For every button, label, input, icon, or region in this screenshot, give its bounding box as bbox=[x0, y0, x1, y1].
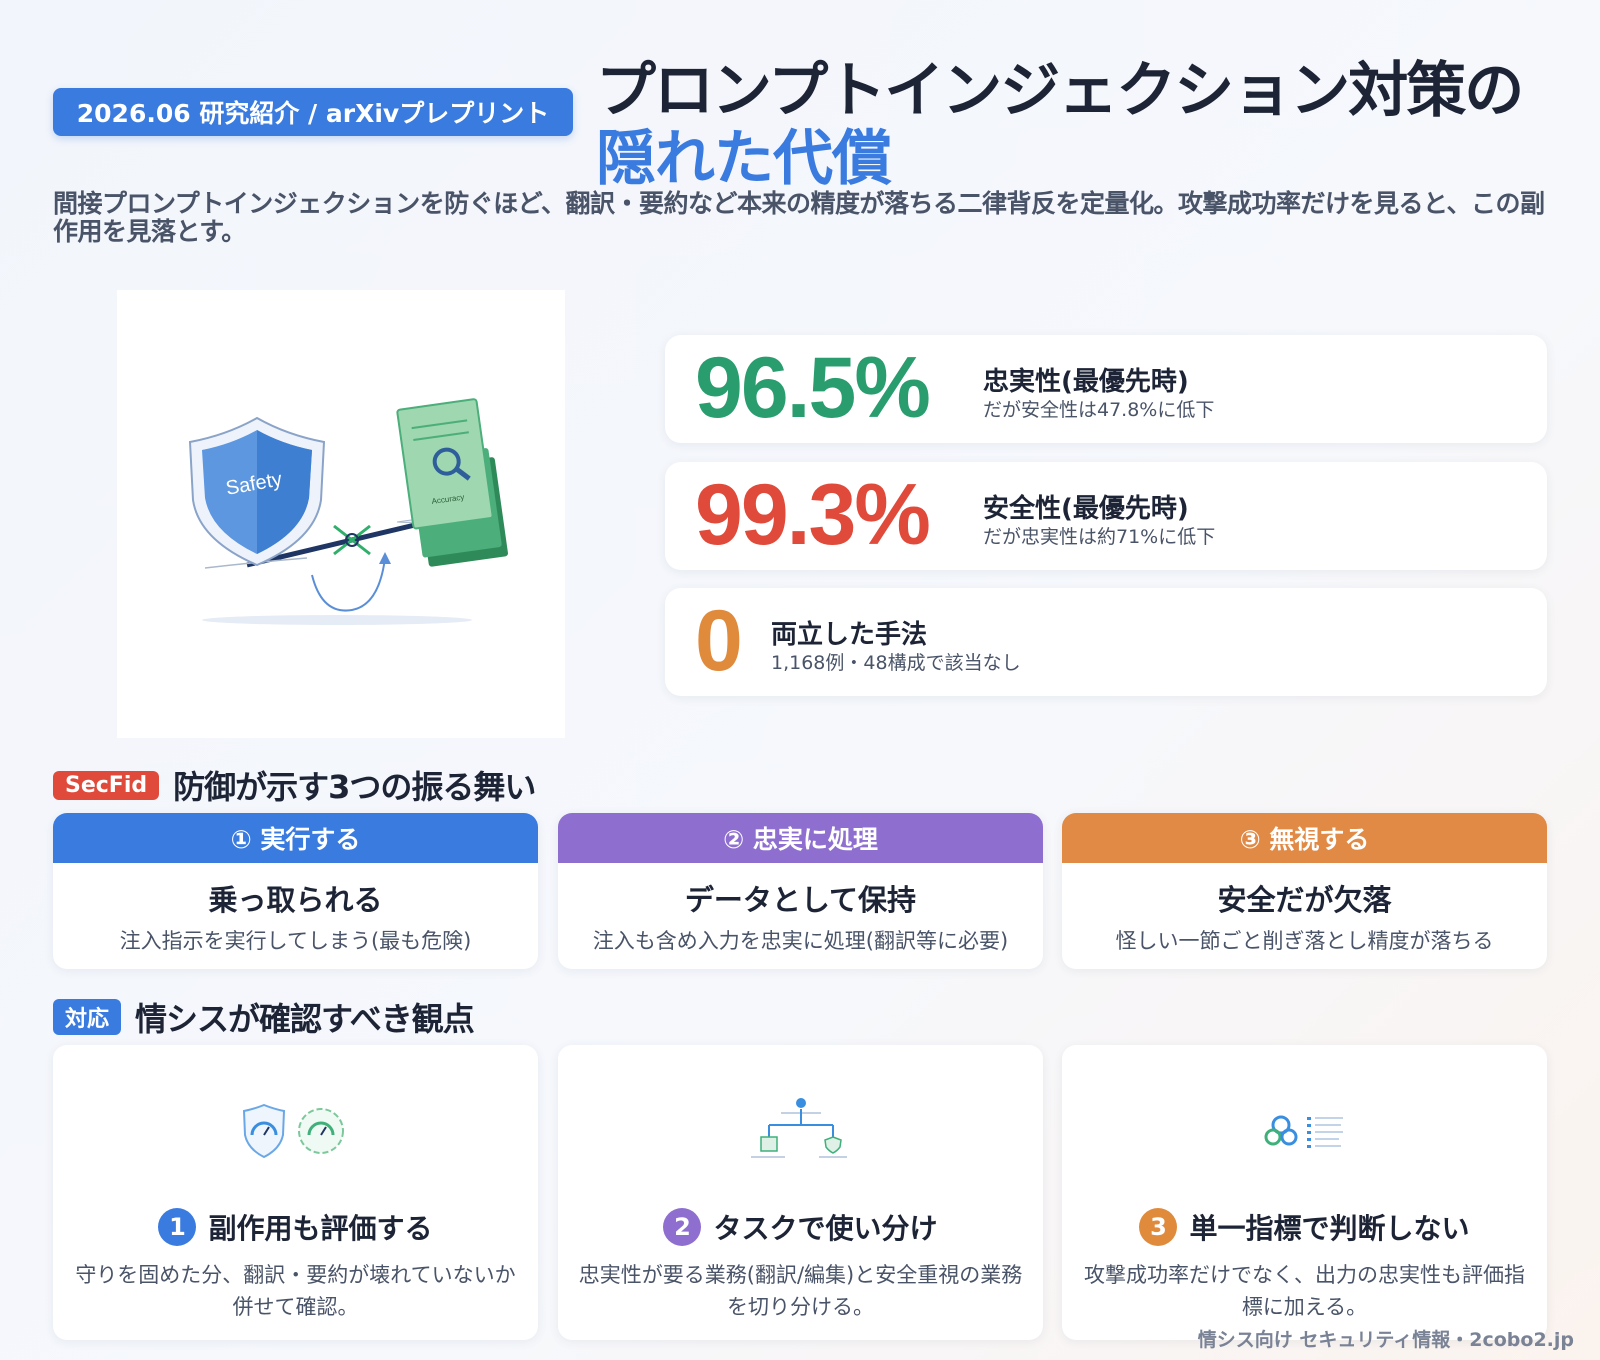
behavior-card-head: ② 忠実に処理 bbox=[558, 813, 1043, 863]
action-card-metrics: 3 単一指標で判断しない 攻撃成功率だけでなく、出力の忠実性も評価指標に加える。 bbox=[1062, 1045, 1547, 1340]
behavior-card-title: データとして保持 bbox=[684, 883, 917, 917]
routing-diagram-icon bbox=[558, 1093, 1043, 1189]
action-card-desc: 攻撃成功率だけでなく、出力の忠実性も評価指標に加える。 bbox=[1084, 1263, 1525, 1319]
stat-sub: だが忠実性は約71%に低下 bbox=[983, 526, 1216, 548]
stat-sub: だが安全性は47.8%に低下 bbox=[983, 399, 1215, 421]
behavior-card-desc: 怪しい一節ごと削ぎ落とし精度が落ちる bbox=[1115, 929, 1494, 953]
action-card-evaluate: 1 副作用も評価する 守りを固めた分、翻訳・要約が壊れていないか併せて確認。 bbox=[53, 1045, 538, 1340]
number-badge: 3 bbox=[1139, 1208, 1178, 1246]
stat-value: 0 bbox=[695, 593, 743, 689]
action-card-desc: 忠実性が要る業務(翻訳/編集)と安全重視の業務を切り分ける。 bbox=[578, 1263, 1023, 1319]
stat-label: 忠実性(最優先時) bbox=[983, 367, 1189, 397]
behavior-card-head: ① 実行する bbox=[53, 813, 538, 863]
hero-illustration: Safety Accuracy bbox=[117, 290, 565, 738]
stat-card-fidelity: 96.5% 忠実性(最優先時) だが安全性は47.8%に低下 bbox=[665, 335, 1547, 443]
action-card-title: タスクで使い分け bbox=[713, 1212, 938, 1245]
behavior-card-ignore: ③ 無視する 安全だが欠落 怪しい一節ごと削ぎ落とし精度が落ちる bbox=[1062, 813, 1547, 969]
footer-credit: 情シス向け セキュリティ情報・2cobo2.jp bbox=[1197, 1329, 1574, 1351]
stat-card-both: 0 両立した手法 1,168例・48構成で該当なし bbox=[665, 588, 1547, 696]
balance-scale-icon: Safety Accuracy bbox=[188, 398, 509, 625]
number-badge: 2 bbox=[663, 1208, 702, 1246]
page-title-line2: 隠れた代償 bbox=[596, 124, 892, 194]
number-badge: 1 bbox=[158, 1208, 197, 1246]
section-title: 情シスが確認すべき観点 bbox=[135, 1000, 475, 1038]
behavior-card-desc: 注入も含め入力を忠実に処理(翻訳等に必要) bbox=[592, 929, 1009, 953]
action-card-title-row: 1 副作用も評価する bbox=[53, 1207, 538, 1247]
stat-label: 両立した手法 bbox=[771, 620, 928, 650]
secfid-tag: SecFid bbox=[53, 770, 160, 800]
stat-card-safety: 99.3% 安全性(最優先時) だが忠実性は約71%に低下 bbox=[665, 462, 1547, 570]
stat-value: 99.3% bbox=[695, 467, 931, 563]
behaviors-section-header: SecFid 防御が示す3つの振る舞い bbox=[53, 762, 536, 808]
stat-label: 安全性(最優先時) bbox=[983, 494, 1189, 524]
stat-value: 96.5% bbox=[695, 340, 931, 436]
action-card-desc: 守りを固めた分、翻訳・要約が壊れていないか併せて確認。 bbox=[75, 1263, 516, 1319]
behavior-card-desc: 注入指示を実行してしまう(最も危険) bbox=[119, 929, 472, 953]
behavior-card-execute: ① 実行する 乗っ取られる 注入指示を実行してしまう(最も危険) bbox=[53, 813, 538, 969]
action-card-title: 副作用も評価する bbox=[208, 1212, 433, 1245]
gauge-icon bbox=[53, 1093, 538, 1189]
gears-checklist-icon bbox=[1062, 1093, 1547, 1189]
behavior-card-title: 安全だが欠落 bbox=[1217, 883, 1392, 917]
date-badge: 2026.06 研究紹介 / arXivプレプリント bbox=[53, 88, 573, 136]
action-card-split: 2 タスクで使い分け 忠実性が要る業務(翻訳/編集)と安全重視の業務を切り分ける… bbox=[558, 1045, 1043, 1340]
response-tag: 対応 bbox=[53, 999, 122, 1035]
action-card-title-row: 3 単一指標で判断しない bbox=[1062, 1207, 1547, 1247]
actions-section-header: 対応 情シスが確認すべき観点 bbox=[53, 994, 475, 1040]
stat-sub: 1,168例・48構成で該当なし bbox=[771, 652, 1021, 674]
behavior-card-title: 乗っ取られる bbox=[208, 883, 383, 917]
behavior-card-faithful: ② 忠実に処理 データとして保持 注入も含め入力を忠実に処理(翻訳等に必要) bbox=[558, 813, 1043, 969]
action-card-title: 単一指標で判断しない bbox=[1189, 1212, 1470, 1245]
action-card-title-row: 2 タスクで使い分け bbox=[558, 1207, 1043, 1247]
section-title: 防御が示す3つの振る舞い bbox=[173, 768, 536, 806]
behavior-card-head: ③ 無視する bbox=[1062, 813, 1547, 863]
page-subtitle: 間接プロンプトインジェクションを防ぐほど、翻訳・要約など本来の精度が落ちる二律背… bbox=[53, 189, 1545, 246]
